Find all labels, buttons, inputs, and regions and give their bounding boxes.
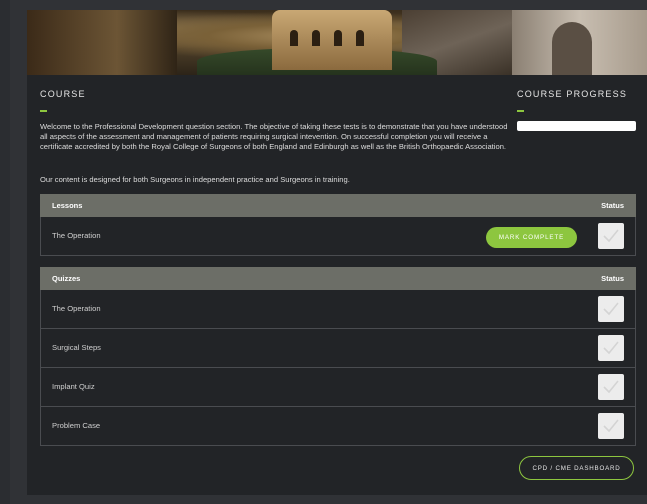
left-sidebar-strip: [0, 0, 10, 504]
course-heading-underline: [40, 110, 47, 112]
checkmark-icon: [598, 296, 624, 322]
mark-complete-button[interactable]: MARK COMPLETE: [486, 227, 577, 248]
lessons-table-header: Lessons Status: [40, 194, 636, 217]
quiz-row[interactable]: Surgical Steps: [40, 329, 636, 368]
lesson-name[interactable]: The Operation: [52, 231, 101, 240]
status-column-header: Status: [601, 274, 624, 283]
checkmark-icon: [598, 413, 624, 439]
quizzes-table-header: Quizzes Status: [40, 267, 636, 290]
quizzes-column-header: Quizzes: [52, 274, 81, 283]
lessons-table: Lessons Status The Operation MARK COMPLE…: [40, 194, 636, 256]
course-progress-bar: [517, 121, 636, 131]
course-progress-heading: COURSE PROGRESS: [517, 89, 628, 99]
checkmark-icon: [598, 335, 624, 361]
quiz-row[interactable]: Problem Case: [40, 407, 636, 446]
cpd-cme-dashboard-button[interactable]: CPD / CME DASHBOARD: [519, 456, 634, 480]
quiz-row[interactable]: Implant Quiz: [40, 368, 636, 407]
checkmark-icon: [598, 374, 624, 400]
course-content-note: Our content is designed for both Surgeon…: [40, 175, 350, 184]
quizzes-table: Quizzes Status The Operation Surgical St…: [40, 267, 636, 446]
quiz-name[interactable]: Implant Quiz: [52, 382, 95, 391]
page: COURSE COURSE PROGRESS Welcome to the Pr…: [0, 0, 647, 504]
hero-banner-image: [27, 10, 647, 75]
quiz-name[interactable]: Surgical Steps: [52, 343, 101, 352]
checkmark-icon[interactable]: [598, 223, 624, 249]
course-heading: COURSE: [40, 89, 86, 99]
status-column-header: Status: [601, 201, 624, 210]
quiz-name[interactable]: Problem Case: [52, 421, 100, 430]
quiz-name[interactable]: The Operation: [52, 304, 101, 313]
lesson-row[interactable]: The Operation MARK COMPLETE: [40, 217, 636, 256]
quiz-row[interactable]: The Operation: [40, 290, 636, 329]
course-progress-underline: [517, 110, 524, 112]
course-intro-text: Welcome to the Professional Development …: [40, 122, 508, 152]
course-panel: COURSE COURSE PROGRESS Welcome to the Pr…: [27, 10, 647, 495]
lessons-column-header: Lessons: [52, 201, 83, 210]
